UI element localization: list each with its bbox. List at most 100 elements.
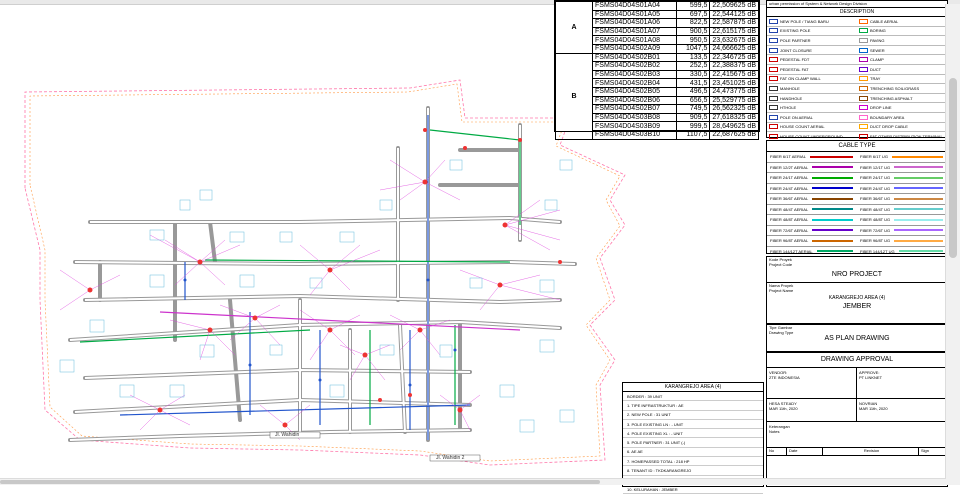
street-label-2: Jl. Wahidin 2	[436, 455, 465, 461]
cable-color-swatch	[812, 197, 853, 200]
cable-color-swatch	[894, 197, 943, 200]
legend-item-label: FAT OTHER DISTRIBUTION TERMINAL	[870, 133, 943, 139]
cable-color-swatch	[894, 166, 943, 169]
drawing-type-block: Tipe Gambar Drawing Type AS PLAN DRAWING	[766, 324, 948, 352]
legend-item-label: HOUSE COUNT UNDERGROUND	[780, 133, 843, 139]
cable-type-cell: FIBER 36/6T AERIAL	[767, 194, 857, 204]
cable-color-swatch	[891, 155, 943, 158]
cable-color-swatch	[894, 218, 943, 221]
legend-item: TRENCHING ASPHALT	[857, 94, 947, 104]
rev-col-revision: Revision	[823, 448, 919, 455]
legend-item: PEDESTAL FDT	[767, 55, 857, 65]
notes-line: 7. HOMEPASSED TOTAL : 218 HP	[623, 457, 763, 467]
street-label-1: Jl. Wahidin	[275, 432, 300, 438]
legend-item: DROP LINE	[857, 103, 947, 113]
cable-type-label: FIBER 12/1T UG	[860, 164, 891, 170]
legend-symbol-icon	[769, 66, 778, 72]
cable-type-row: FIBER 48/8T AERIAL FIBER 48/8T UG	[767, 215, 947, 226]
cable-color-swatch	[809, 155, 853, 158]
pole-table-cell: 822,5	[675, 18, 711, 28]
cable-type-row: FIBER 36/6T AERIAL FIBER 36/6T UG	[767, 194, 947, 205]
pole-table-cell: 656,5	[675, 95, 711, 106]
cable-type-label: FIBER 144/12T AERIAL	[770, 248, 813, 254]
pole-table-cell: FSMS04D04S02B04	[592, 78, 677, 88]
legend-item: MANHOLE	[767, 84, 857, 94]
pole-table-cell: 26,562325 dB	[709, 104, 759, 114]
pole-table-cell: 900,5	[675, 26, 711, 37]
legend-symbol-icon	[859, 76, 868, 82]
drawn-date: MAR 11th, 2020	[769, 406, 798, 411]
pole-table-cell: FSMS04D04S02B07	[592, 104, 677, 114]
legend-symbol-icon	[769, 18, 778, 24]
cable-color-swatch	[894, 229, 943, 232]
notes-line: BORDER : 39 UNIT	[623, 392, 763, 402]
legend-item: CABLE AERIAL	[857, 17, 947, 27]
boundary-line	[24, 79, 626, 466]
pole-table-cell: FSMS04D04S02B03	[592, 69, 677, 80]
legend-item-label: TRAY	[870, 76, 881, 82]
legend-item: HANDHOLE	[767, 94, 857, 104]
notes-line: 4. POLE EXISTING XL : - UNIT	[623, 429, 763, 439]
notes-line: 5. POLE PARTNER : 31 UNIT (-)	[623, 438, 763, 448]
description-legend: urban permission of System & Network Des…	[766, 0, 948, 171]
legend-symbol-icon	[769, 105, 778, 111]
legend-item-label: PEDESTAL FAT	[780, 66, 809, 72]
legend-symbol-icon	[859, 28, 868, 34]
cable-color-swatch	[898, 250, 943, 253]
legend-item: PAVING	[857, 36, 947, 46]
cable-type-cell: FIBER 24/4T UG	[857, 184, 947, 194]
legend-item: BOUNDARY AREA	[857, 113, 947, 123]
pole-table-cell: 1047,5	[675, 43, 711, 54]
notes-line: 3. POLE EXISTING LN : - UNIT	[623, 420, 763, 430]
checked-date: MAR 11th, 2020	[859, 406, 888, 411]
cable-type-label: FIBER 6/1T AERIAL	[770, 154, 806, 160]
approve-value: PT LINKNET	[859, 375, 883, 380]
notes-line: 6. AE AE	[623, 448, 763, 458]
legend-item-label: BORING	[870, 28, 886, 34]
pole-table-cell: 909,5	[675, 112, 711, 123]
horizontal-scroll-thumb[interactable]	[0, 480, 600, 484]
cable-type-label: FIBER 144/12T UG	[860, 248, 895, 254]
legend-item: POLE PARTNER	[767, 36, 857, 46]
legend-item-label: JOINT CLOSURE	[780, 47, 812, 53]
cable-color-swatch	[812, 229, 853, 232]
legend-item: POLE ON AERIAL	[767, 113, 857, 123]
pole-table-cell: FSMS04D04S03B08	[592, 112, 677, 123]
legend-symbol-icon	[769, 47, 778, 53]
legend-item-label: PAVING	[870, 37, 885, 43]
legend-symbol-icon	[769, 114, 778, 120]
pole-table-cell: 496,5	[675, 86, 711, 97]
cable-color-swatch	[894, 239, 943, 242]
cable-type-cell: FIBER 24/1T AERIAL	[767, 173, 857, 183]
pole-table-cell: FSMS04D04S02A09	[592, 43, 677, 54]
legend-item-label: POLE ON AERIAL	[780, 114, 813, 120]
legend-item-label: TRENCHING SOIL/GRASS	[870, 85, 920, 91]
legend-symbol-icon	[769, 28, 778, 34]
cable-type-cell: FIBER 24/4T AERIAL	[767, 184, 857, 194]
notes-line: 8. TENANT ID : TKDKARANGREJO	[623, 466, 763, 476]
legend-symbol-icon	[859, 95, 868, 101]
vertical-scrollbar[interactable]	[945, 4, 960, 485]
horizontal-scrollbar[interactable]	[0, 478, 946, 485]
cable-type-label: FIBER 96/8T UG	[860, 238, 891, 244]
pole-table-cell: 23,451025 dB	[709, 78, 759, 88]
cable-type-label: FIBER 48/4T UG	[860, 206, 891, 212]
pole-table-cell: 28,649625 dB	[709, 121, 759, 131]
cable-type-label: FIBER 36/6T AERIAL	[770, 196, 809, 202]
legend-symbol-icon	[769, 57, 778, 63]
vertical-scroll-thumb[interactable]	[949, 78, 957, 258]
cable-type-row: FIBER 96/8T AERIAL FIBER 96/8T UG	[767, 236, 947, 247]
legend-item: DUCT DROP CABLE	[857, 123, 947, 133]
legend-item: HTHOLE	[767, 103, 857, 113]
legend-symbol-icon	[769, 76, 778, 82]
pole-table-cell: FSMS04D04S02B02	[592, 61, 677, 71]
project-code-label: Kode Proyek Project Code	[769, 257, 793, 267]
legend-item-label: NEW POLE / TIANG BARU	[780, 18, 829, 24]
cable-color-swatch	[812, 166, 853, 169]
pole-loss-table: A FSMS04D04S01A04 599,5 22,509625 dB FSMS04D…	[554, 0, 760, 140]
rev-col-sign: Sign	[921, 448, 930, 453]
cable-type-label: FIBER 48/8T AERIAL	[770, 217, 809, 223]
cable-type-cell: FIBER 48/4T AERIAL	[767, 205, 857, 215]
legend-item-label: HOUSE COUNT AERIAL	[780, 124, 825, 130]
notes-line: 10. KELURAHAN : JEMBER	[623, 485, 763, 494]
